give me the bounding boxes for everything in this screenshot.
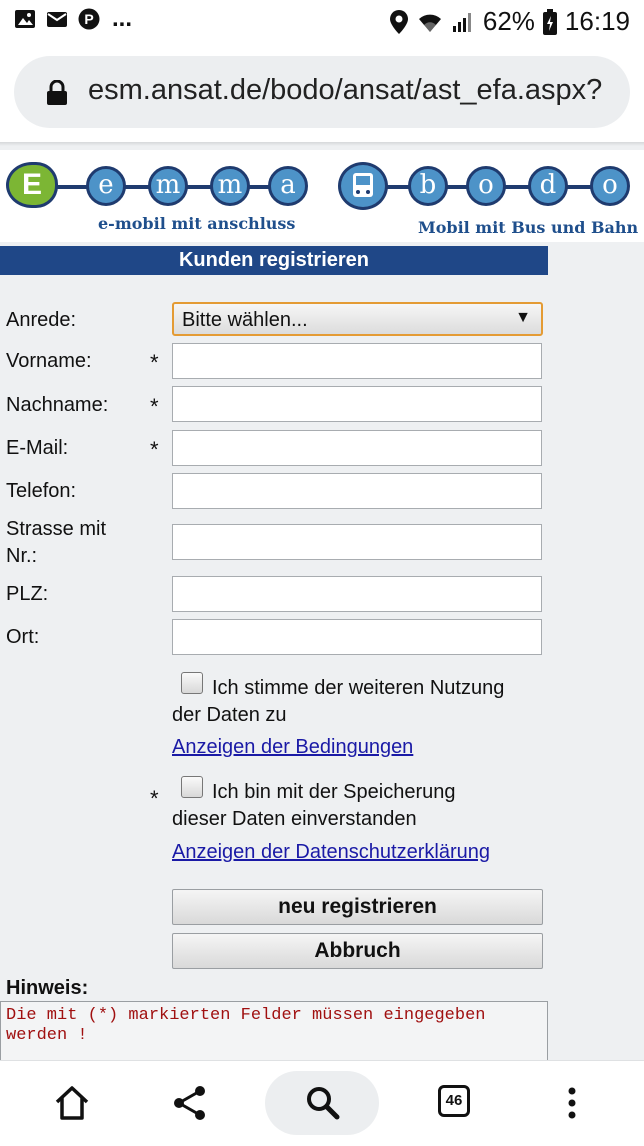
usage-consent-line1: Ich stimme der weiteren Nutzung <box>212 677 505 699</box>
mail-icon <box>47 12 67 27</box>
bodo-letter: d <box>528 166 568 206</box>
bodo-letter: b <box>408 166 448 206</box>
bodo-logo[interactable]: b o d o Mobil mit Bus und Bahn <box>338 162 638 242</box>
emma-letter: e <box>86 166 126 206</box>
emma-plug-icon: E <box>6 162 58 208</box>
storage-consent-line1: Ich bin mit der Speicherung <box>212 781 456 803</box>
strasse-label-line2: Nr.: <box>6 545 38 567</box>
browser-toolbar: esm.ansat.de/bodo/ansat/ast_efa.aspx? <box>0 44 644 144</box>
tabs-button[interactable]: 46 <box>438 1085 470 1117</box>
bodo-letter: o <box>590 166 630 206</box>
emma-letter: a <box>268 166 308 206</box>
svg-text:P: P <box>84 11 93 27</box>
anrede-select[interactable]: Bitte wählen... ▼ <box>172 302 543 336</box>
storage-consent-text: Ich bin mit der Speicherung dieser Daten… <box>172 779 552 833</box>
show-privacy-link[interactable]: Anzeigen der Datenschutzerklärung <box>172 841 490 864</box>
storage-consent-line2: dieser Daten einverstanden <box>172 808 417 830</box>
wifi-icon <box>418 14 441 32</box>
strasse-label-line1: Strasse mit <box>6 518 107 540</box>
ort-label: Ort: <box>6 626 40 648</box>
required-marker: * <box>150 350 159 375</box>
hint-text: Die mit (*) markierten Felder müssen ein… <box>6 1006 486 1045</box>
logo-banner: E e m m a e-mobil mit anschluss b o d o … <box>0 150 644 242</box>
plz-input[interactable] <box>172 576 542 612</box>
notification-overflow: ... <box>112 5 133 32</box>
anrede-label: Anrede: <box>6 309 77 331</box>
search-button[interactable] <box>265 1071 379 1135</box>
strasse-input[interactable] <box>172 524 542 560</box>
cancel-button[interactable]: Abbruch <box>172 933 543 969</box>
telefon-label: Telefon: <box>6 480 77 502</box>
bodo-tagline: Mobil mit Bus und Bahn <box>418 218 639 237</box>
search-icon <box>307 1087 340 1120</box>
bus-icon <box>338 162 388 210</box>
hint-box: Die mit (*) markierten Felder müssen ein… <box>0 1001 548 1061</box>
toolbar-shadow <box>0 142 644 146</box>
hint-label: Hinweis: <box>6 977 89 999</box>
battery-percent: 62% <box>482 6 535 36</box>
more-icon[interactable] <box>552 1083 592 1123</box>
emma-logo[interactable]: E e m m a e-mobil mit anschluss <box>6 162 308 242</box>
anrede-select-value: Bitte wählen... <box>182 309 308 331</box>
email-input[interactable] <box>172 430 542 466</box>
signal-icon <box>452 12 471 32</box>
plz-label: PLZ: <box>6 583 49 605</box>
home-icon[interactable] <box>52 1083 92 1123</box>
address-bar[interactable]: esm.ansat.de/bodo/ansat/ast_efa.aspx? <box>14 56 630 128</box>
lock-icon <box>47 80 67 105</box>
nachname-label: Nachname: <box>6 394 109 416</box>
register-button[interactable]: neu registrieren <box>172 889 543 925</box>
usage-consent-line2: der Daten zu <box>172 704 287 726</box>
vorname-input[interactable] <box>172 343 542 379</box>
url-text: esm.ansat.de/bodo/ansat/ast_efa.aspx? <box>88 74 603 106</box>
email-label: E-Mail: <box>6 437 69 459</box>
browser-bottom-nav: 46 <box>0 1060 644 1146</box>
emma-tagline: e-mobil mit anschluss <box>98 214 296 233</box>
emma-letter: m <box>210 166 250 206</box>
nachname-input[interactable] <box>172 386 542 422</box>
battery-icon <box>542 8 557 35</box>
vorname-label: Vorname: <box>6 350 92 372</box>
telefon-input[interactable] <box>172 473 542 509</box>
status-bar: P ... 62% 16:19 <box>0 0 644 44</box>
dropdown-arrow-icon: ▼ <box>515 309 531 326</box>
share-icon[interactable] <box>170 1083 210 1123</box>
required-marker: * <box>150 786 159 811</box>
bodo-letter: o <box>466 166 506 206</box>
required-marker: * <box>150 394 159 419</box>
clock: 16:19 <box>564 6 630 36</box>
required-marker: * <box>150 437 159 462</box>
emma-letter: m <box>148 166 188 206</box>
page-title: Kunden registrieren <box>0 246 548 275</box>
image-icon <box>15 10 35 28</box>
show-conditions-link[interactable]: Anzeigen der Bedingungen <box>172 736 413 759</box>
usage-consent-text: Ich stimme der weiteren Nutzung der Date… <box>172 675 552 729</box>
location-icon <box>389 9 408 34</box>
parking-icon: P <box>78 8 100 30</box>
ort-input[interactable] <box>172 619 542 655</box>
